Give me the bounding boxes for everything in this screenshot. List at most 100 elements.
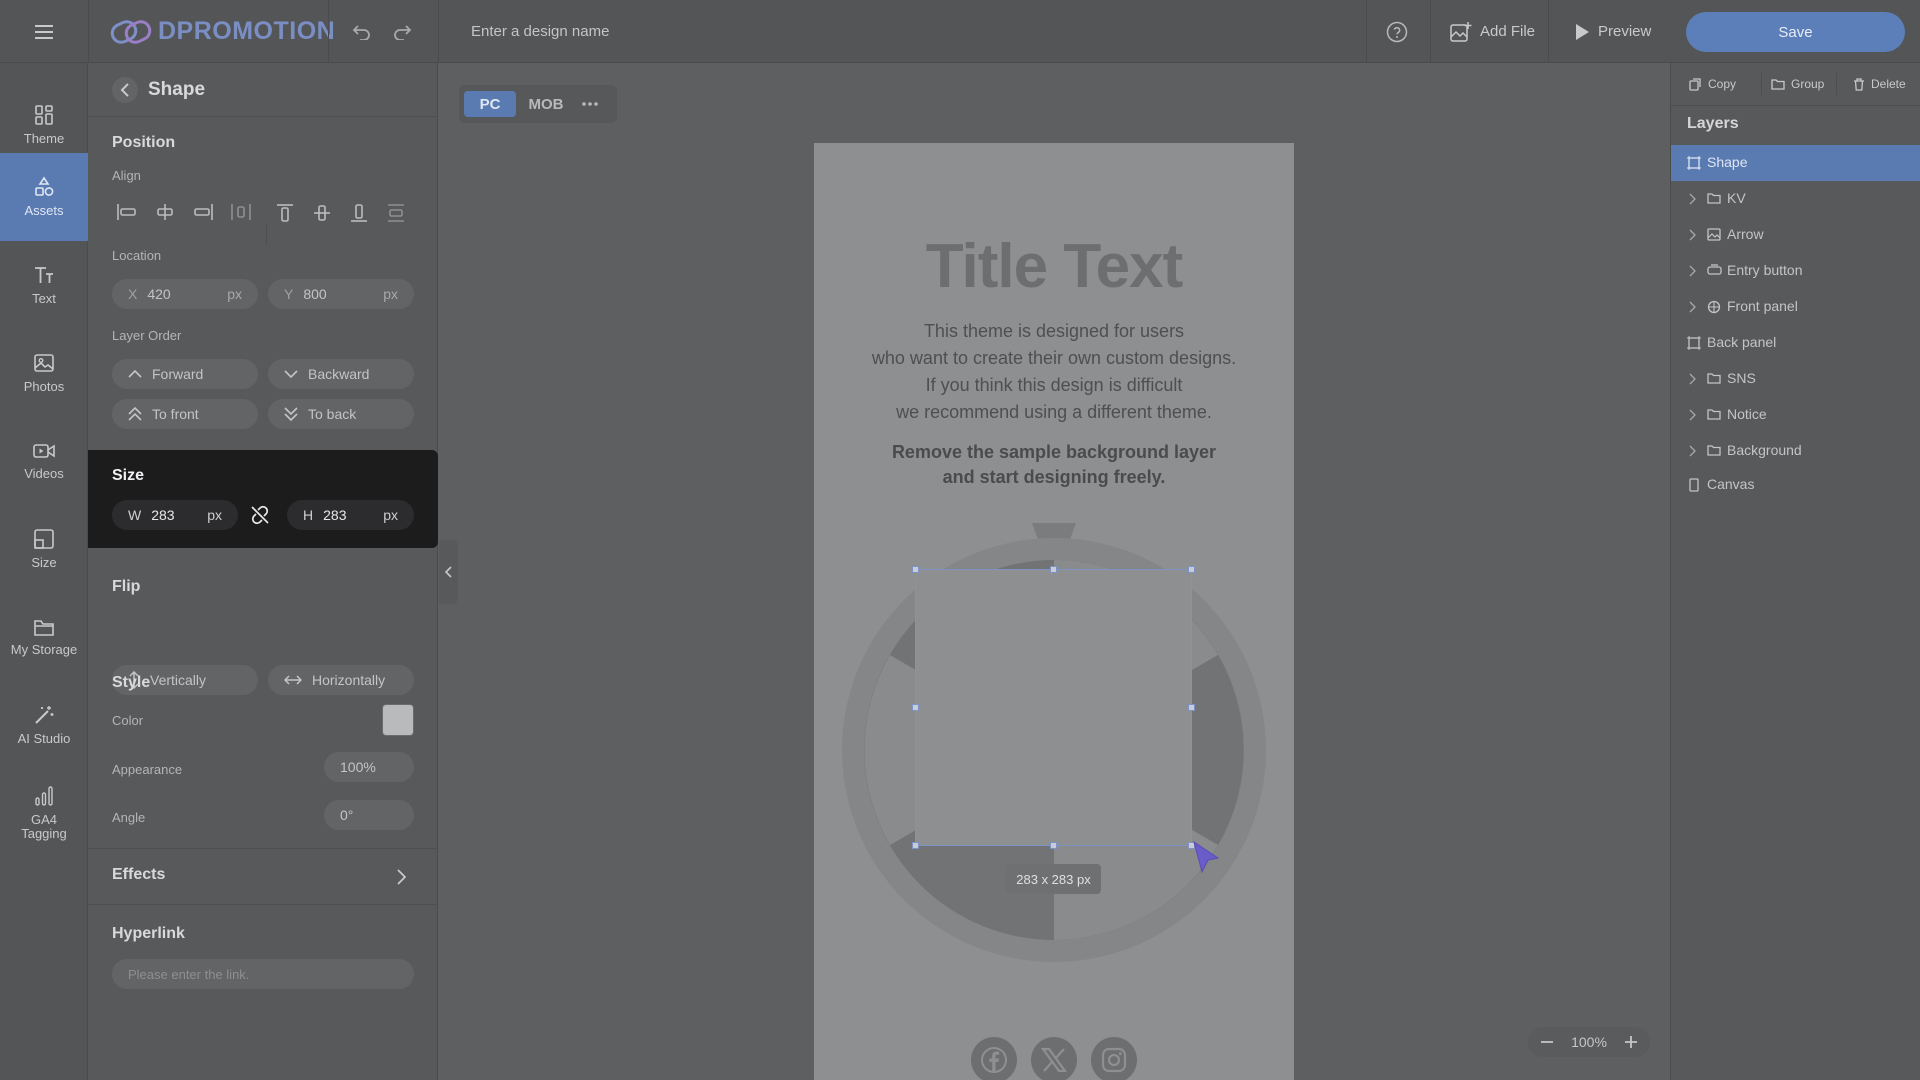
artboard[interactable]: Title Text This theme is designed for us… — [814, 143, 1294, 1080]
delete-button[interactable]: Delete — [1853, 63, 1906, 105]
layer-label: Background — [1727, 442, 1802, 458]
flip-horizontally-button[interactable]: Horizontally — [268, 665, 414, 695]
layer-row-kv[interactable]: KV — [1671, 181, 1920, 217]
angle-input[interactable]: 0° — [324, 800, 414, 830]
align-left-button[interactable] — [116, 203, 140, 223]
resize-handle[interactable] — [1050, 566, 1057, 573]
layer-row-front-panel[interactable]: Front panel — [1671, 289, 1920, 325]
bold-line: and start designing freely. — [942, 467, 1166, 487]
align-bottom-button[interactable] — [349, 203, 373, 223]
more-button[interactable] — [581, 97, 599, 111]
mob-button[interactable]: MOB — [521, 91, 571, 117]
redo-button[interactable] — [392, 0, 412, 63]
layer-row-sns[interactable]: SNS — [1671, 361, 1920, 397]
save-button[interactable]: Save — [1686, 12, 1905, 52]
layer-row-arrow[interactable]: Arrow — [1671, 217, 1920, 253]
collapse-panel-button[interactable] — [439, 540, 458, 604]
nav-item-ai-studio[interactable]: AI Studio — [0, 681, 88, 769]
x-input[interactable]: X 420 px — [112, 279, 258, 309]
shape-icon — [1687, 336, 1701, 350]
folder-icon — [1707, 193, 1721, 204]
help-button[interactable] — [1386, 0, 1408, 63]
nav-item-size[interactable]: Size — [0, 505, 88, 593]
pc-button[interactable]: PC — [464, 91, 516, 117]
align-top-button[interactable] — [275, 203, 299, 223]
forward-button[interactable]: Forward — [112, 359, 258, 389]
align-right-button[interactable] — [192, 203, 216, 223]
chevron-right-icon — [396, 869, 406, 885]
back-button[interactable] — [112, 77, 138, 103]
facebook-icon[interactable] — [971, 1037, 1017, 1080]
nav-item-assets[interactable]: Assets — [0, 153, 88, 241]
unlink-ratio-button[interactable] — [248, 503, 272, 527]
copy-button[interactable]: Copy — [1689, 63, 1736, 105]
flip-horizontal-icon — [284, 675, 302, 685]
forward-label: Forward — [152, 366, 204, 382]
width-input[interactable]: W 283 px — [112, 500, 238, 530]
height-input[interactable]: H 283 px — [287, 500, 414, 530]
nav-item-photos[interactable]: Photos — [0, 329, 88, 417]
y-input[interactable]: Y 800 px — [268, 279, 414, 309]
layer-row-background[interactable]: Background — [1671, 433, 1920, 469]
distribute-h-button[interactable] — [230, 203, 254, 223]
ai-studio-icon — [35, 706, 54, 724]
resize-handle[interactable] — [1050, 842, 1057, 849]
resize-handle[interactable] — [912, 842, 919, 849]
appearance-input[interactable]: 100% — [324, 752, 414, 782]
unlink-icon — [251, 505, 269, 525]
nav-item-ga4-tagging[interactable]: GA4 Tagging — [0, 769, 88, 857]
layer-label: KV — [1727, 190, 1746, 206]
y-unit: px — [383, 286, 398, 302]
nav-label: Photos — [23, 379, 65, 394]
nav-item-videos[interactable]: Videos — [0, 417, 88, 505]
nav-label: My Storage — [10, 642, 78, 657]
resize-handle[interactable] — [912, 704, 919, 711]
nav-item-my-storage[interactable]: My Storage — [0, 593, 88, 681]
design-name-input[interactable]: Enter a design name — [471, 0, 609, 63]
preview-button[interactable]: Preview — [1574, 0, 1651, 63]
layer-row-notice[interactable]: Notice — [1671, 397, 1920, 433]
align-middle-button[interactable] — [312, 203, 336, 223]
layer-row-back-panel[interactable]: Back panel — [1671, 325, 1920, 361]
instagram-icon[interactable] — [1091, 1037, 1137, 1080]
layer-row-entry-button[interactable]: Entry button — [1671, 253, 1920, 289]
zoom-control: 100% — [1528, 1027, 1650, 1057]
trash-icon — [1854, 77, 1864, 91]
resize-handle[interactable] — [912, 566, 919, 573]
nav-item-text[interactable]: Text — [0, 241, 88, 329]
align-center-h-button[interactable] — [154, 203, 178, 223]
hamburger-icon — [35, 24, 53, 39]
layer-row-shape[interactable]: Shape — [1671, 145, 1920, 181]
menu-button[interactable] — [0, 0, 88, 63]
cursor-arrow-icon — [1192, 840, 1220, 876]
to-front-button[interactable]: To front — [112, 399, 258, 429]
undo-button[interactable] — [352, 0, 372, 63]
distribute-v-button[interactable] — [386, 203, 410, 223]
title-text[interactable]: Title Text — [814, 231, 1294, 302]
resize-handle[interactable] — [1188, 704, 1195, 711]
distribute-vertical-icon — [388, 204, 404, 222]
x-twitter-icon[interactable] — [1031, 1037, 1077, 1080]
panel-title: Shape — [148, 79, 206, 100]
layer-row-canvas[interactable]: Canvas — [1671, 467, 1920, 503]
hyperlink-input[interactable]: Please enter the link. — [112, 959, 414, 989]
nav-label: AI Studio — [17, 731, 71, 746]
double-chevron-up-icon — [128, 407, 142, 421]
size-title: Size — [112, 467, 145, 484]
chevron-right-icon — [1689, 265, 1696, 277]
zoom-out-button[interactable] — [1540, 1035, 1554, 1049]
layers-panel: Copy Group Delete Layers Shape KV Arrow … — [1670, 63, 1920, 1080]
position-title: Position — [112, 134, 176, 151]
shape-icon — [1687, 156, 1701, 170]
chevron-left-icon — [444, 566, 452, 578]
color-swatch[interactable] — [382, 704, 414, 736]
add-file-button[interactable]: Add File — [1450, 0, 1535, 63]
to-back-button[interactable]: To back — [268, 399, 414, 429]
effects-row[interactable]: Effects — [88, 849, 438, 903]
backward-button[interactable]: Backward — [268, 359, 414, 389]
resize-handle[interactable] — [1188, 566, 1195, 573]
chevron-right-icon — [1689, 445, 1696, 457]
zoom-in-button[interactable] — [1624, 1035, 1638, 1049]
selected-shape[interactable] — [912, 566, 1195, 849]
group-button[interactable]: Group — [1771, 63, 1824, 105]
